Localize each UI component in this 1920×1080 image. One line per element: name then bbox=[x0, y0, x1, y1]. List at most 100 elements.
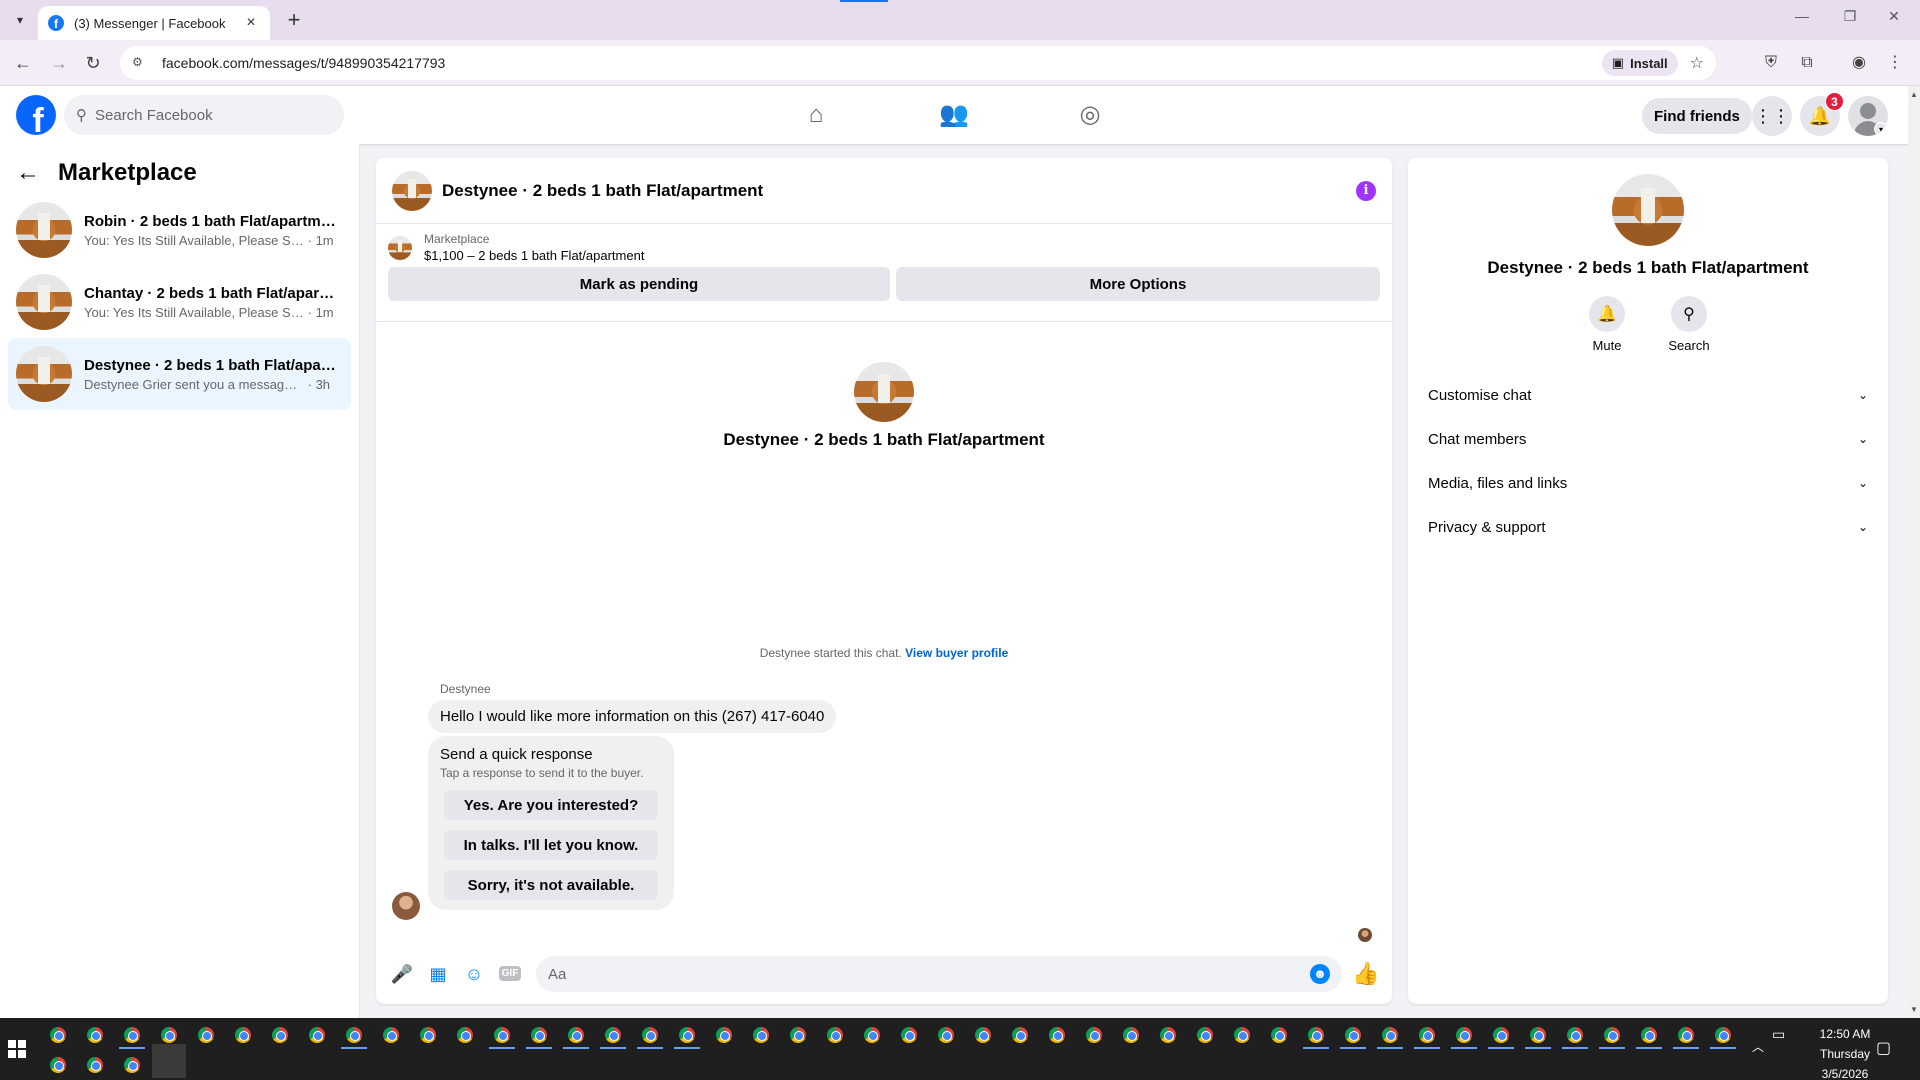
taskbar-chrome-icon[interactable] bbox=[605, 1027, 621, 1043]
taskbar-chrome-icon[interactable] bbox=[1271, 1027, 1287, 1043]
taskbar-chrome-icon[interactable] bbox=[975, 1027, 991, 1043]
mute-button[interactable]: 🔔 Mute bbox=[1584, 296, 1630, 353]
listing-price[interactable]: $1,100 – 2 beds 1 bath Flat/apartment bbox=[424, 248, 644, 263]
url-text[interactable]: facebook.com/messages/t/948990354217793 bbox=[162, 55, 1602, 71]
taskbar-chrome-icon[interactable] bbox=[568, 1027, 584, 1043]
info-icon[interactable]: i bbox=[1356, 180, 1376, 201]
listing-thumbnail[interactable] bbox=[388, 235, 412, 260]
section-media-files-links[interactable]: Media, files and links ⌄ bbox=[1416, 461, 1880, 505]
taskbar-chrome-icon[interactable] bbox=[679, 1027, 695, 1043]
section-chat-members[interactable]: Chat members ⌄ bbox=[1416, 417, 1880, 461]
notification-center-icon[interactable]: ▢ bbox=[1876, 1038, 1891, 1058]
taskbar-chrome-icon[interactable] bbox=[1456, 1027, 1472, 1043]
message-bubble[interactable]: Hello I would like more information on t… bbox=[428, 700, 837, 733]
browser-tab-messenger[interactable]: f (3) Messenger | Facebook × bbox=[38, 6, 270, 40]
taskbar-chrome-icon[interactable] bbox=[716, 1027, 732, 1043]
forward-arrow-icon[interactable]: → bbox=[46, 50, 72, 76]
thumbs-up-icon[interactable]: 👍 bbox=[1348, 956, 1384, 992]
scroll-down-icon[interactable]: ▼ bbox=[1910, 1005, 1918, 1014]
facebook-logo-icon[interactable]: f bbox=[16, 95, 56, 135]
message-input[interactable] bbox=[548, 965, 1310, 983]
window-close-icon[interactable]: ✕ bbox=[1872, 8, 1916, 25]
taskbar-chrome-icon[interactable] bbox=[642, 1027, 658, 1043]
minimize-icon[interactable]: — bbox=[1780, 8, 1824, 24]
home-icon[interactable]: ⌂ bbox=[796, 95, 836, 135]
new-tab-plus-icon[interactable]: + bbox=[282, 8, 306, 32]
taskbar-chrome-icon[interactable] bbox=[420, 1027, 436, 1043]
install-app-button[interactable]: ▣ Install bbox=[1601, 50, 1678, 76]
section-customise-chat[interactable]: Customise chat ⌄ bbox=[1416, 373, 1880, 417]
quick-response-yes-button[interactable]: Yes. Are you interested? bbox=[444, 790, 658, 820]
taskbar-chrome-icon[interactable] bbox=[1715, 1027, 1731, 1043]
taskbar-chrome-icon[interactable] bbox=[1493, 1027, 1509, 1043]
page-scrollbar[interactable]: ▲ ▼ bbox=[1908, 86, 1920, 1018]
taskbar-chrome-icon[interactable] bbox=[1567, 1027, 1583, 1043]
address-bar[interactable]: ⚙ facebook.com/messages/t/94899035421779… bbox=[120, 46, 1716, 80]
taskbar-chrome-icon[interactable] bbox=[901, 1027, 917, 1043]
chat-title[interactable]: Destynee · 2 beds 1 bath Flat/apartment bbox=[442, 181, 1356, 201]
back-arrow-icon[interactable]: ← bbox=[10, 50, 36, 76]
mark-as-pending-button[interactable]: Mark as pending bbox=[388, 267, 890, 301]
taskbar-chrome-icon[interactable] bbox=[1234, 1027, 1250, 1043]
taskbar-chrome-icon[interactable] bbox=[864, 1027, 880, 1043]
conversation-item-robin[interactable]: Robin · 2 beds 1 bath Flat/apartment You… bbox=[8, 194, 351, 266]
taskbar-chrome-icon[interactable] bbox=[50, 1027, 66, 1043]
taskbar-chrome-icon[interactable] bbox=[309, 1027, 325, 1043]
tab-list-chevron-icon[interactable]: ▾ bbox=[8, 8, 32, 32]
taskbar-chrome-icon[interactable] bbox=[1123, 1027, 1139, 1043]
chat-avatar[interactable] bbox=[392, 170, 432, 211]
taskbar-chrome-icon[interactable] bbox=[383, 1027, 399, 1043]
tab-close-icon[interactable]: × bbox=[242, 14, 260, 32]
taskbar-chrome-icon[interactable] bbox=[1641, 1027, 1657, 1043]
taskbar-chrome-icon[interactable] bbox=[1419, 1027, 1435, 1043]
tray-chevron-up-icon[interactable]: ︿ bbox=[1752, 1038, 1764, 1055]
find-friends-button[interactable]: Find friends bbox=[1642, 98, 1752, 134]
gif-icon[interactable]: GIF bbox=[492, 956, 528, 992]
taskbar-chrome-icon[interactable] bbox=[1086, 1027, 1102, 1043]
taskbar-app-active[interactable] bbox=[152, 1044, 186, 1078]
taskbar-chrome-icon[interactable] bbox=[1049, 1027, 1065, 1043]
taskbar-chrome-icon[interactable] bbox=[1160, 1027, 1176, 1043]
taskbar-chrome-icon[interactable] bbox=[198, 1027, 214, 1043]
taskbar-chrome-icon[interactable] bbox=[87, 1057, 103, 1073]
taskbar-chrome-icon[interactable] bbox=[1678, 1027, 1694, 1043]
profile-icon[interactable]: ◉ bbox=[1848, 52, 1870, 74]
taskbar-chrome-icon[interactable] bbox=[531, 1027, 547, 1043]
taskbar-chrome-icon[interactable] bbox=[494, 1027, 510, 1043]
conversation-item-chantay[interactable]: Chantay · 2 beds 1 bath Flat/apart... Yo… bbox=[8, 266, 351, 338]
network-icon[interactable]: ▭ bbox=[1772, 1026, 1785, 1043]
search-in-chat-button[interactable]: ⚲ Search bbox=[1666, 296, 1712, 353]
browser-menu-icon[interactable]: ⋮ bbox=[1884, 52, 1906, 74]
taskbar-chrome-icon[interactable] bbox=[346, 1027, 362, 1043]
facebook-search[interactable]: ⚲ bbox=[64, 95, 344, 135]
groups-icon[interactable]: ◎ bbox=[1070, 95, 1110, 135]
more-options-button[interactable]: More Options bbox=[895, 267, 1380, 301]
account-avatar[interactable]: ▾ bbox=[1848, 96, 1888, 136]
taskbar-chrome-icon[interactable] bbox=[1604, 1027, 1620, 1043]
notifications-bell-icon[interactable]: 🔔 3 bbox=[1800, 92, 1844, 136]
emoji-icon[interactable]: ☻ bbox=[1310, 964, 1330, 984]
taskbar-chrome-icon[interactable] bbox=[753, 1027, 769, 1043]
taskbar-chrome-icon[interactable] bbox=[790, 1027, 806, 1043]
back-arrow-icon[interactable]: ← bbox=[16, 159, 40, 187]
extension-shield-icon[interactable]: ⛨ bbox=[1760, 52, 1782, 74]
taskbar-chrome-icon[interactable] bbox=[1345, 1027, 1361, 1043]
windows-start-icon[interactable] bbox=[8, 1040, 26, 1058]
image-attach-icon[interactable]: ▦ bbox=[420, 956, 456, 992]
reload-icon[interactable]: ↻ bbox=[80, 50, 106, 76]
taskbar-chrome-icon[interactable] bbox=[235, 1027, 251, 1043]
sender-avatar[interactable] bbox=[392, 892, 420, 920]
taskbar-chrome-icon[interactable] bbox=[1197, 1027, 1213, 1043]
taskbar-chrome-icon[interactable] bbox=[1530, 1027, 1546, 1043]
taskbar-chrome-icon[interactable] bbox=[938, 1027, 954, 1043]
taskbar-chrome-icon[interactable] bbox=[272, 1027, 288, 1043]
taskbar-chrome-icon[interactable] bbox=[161, 1027, 177, 1043]
quick-response-sorry-button[interactable]: Sorry, it's not available. bbox=[444, 870, 658, 900]
scroll-up-icon[interactable]: ▲ bbox=[1910, 90, 1918, 99]
quick-response-in-talks-button[interactable]: In talks. I'll let you know. bbox=[444, 830, 658, 860]
section-privacy-support[interactable]: Privacy & support ⌄ bbox=[1416, 505, 1880, 549]
taskbar-chrome-icon[interactable] bbox=[50, 1057, 66, 1073]
bookmark-star-icon[interactable]: ☆ bbox=[1690, 53, 1704, 73]
menu-grid-icon[interactable]: ⋮⋮ bbox=[1752, 96, 1792, 136]
taskbar-chrome-icon[interactable] bbox=[1382, 1027, 1398, 1043]
